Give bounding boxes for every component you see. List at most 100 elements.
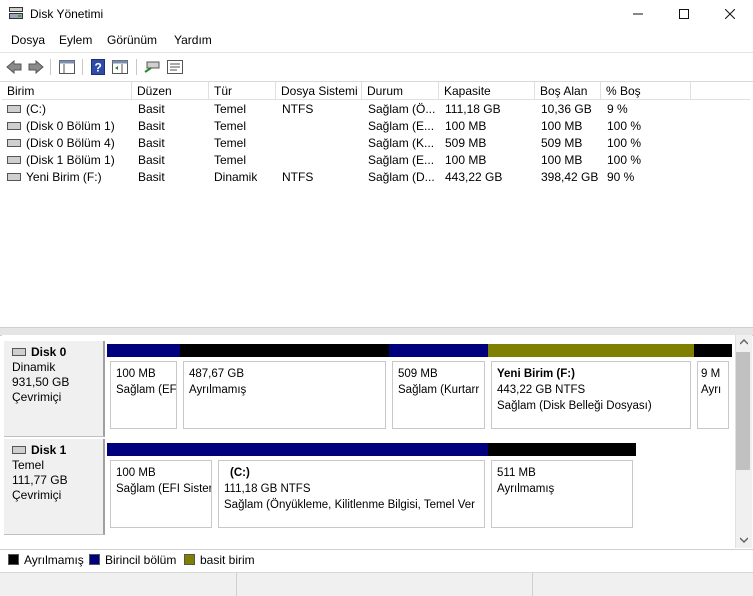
- legend-label-simple: basit birim: [200, 553, 255, 567]
- primary-partition-bar: [389, 344, 488, 357]
- menu-gorunum[interactable]: Görünüm: [107, 33, 157, 47]
- cell-layout: Basit: [138, 153, 165, 167]
- column-header-dosya-sistemi[interactable]: Dosya Sistemi: [276, 82, 362, 100]
- partition-details: 511 MB Ayrılmamış: [491, 460, 633, 528]
- svg-text:?: ?: [95, 61, 102, 75]
- partition-disk0-recovery[interactable]: 509 MB Sağlam (Kurtarr: [389, 344, 488, 432]
- disk-connect-icon: [144, 61, 160, 73]
- action-pane-button[interactable]: [111, 58, 129, 76]
- cell-volume: (Disk 1 Bölüm 1): [7, 152, 131, 169]
- toolbar: ?: [0, 52, 753, 82]
- toolbar-separator: [136, 59, 137, 75]
- window-title: Disk Yönetimi: [30, 7, 104, 21]
- column-header-duzen[interactable]: Düzen: [132, 82, 209, 100]
- help-button[interactable]: ?: [89, 58, 107, 76]
- partition-disk0-efi[interactable]: 100 MB Sağlam (EF: [107, 344, 180, 432]
- column-header-birim[interactable]: Birim: [2, 82, 132, 100]
- legend-bar: Ayrılmamış Birincil bölüm basit birim: [0, 549, 753, 570]
- primary-partition-bar: [107, 443, 215, 456]
- cell-pct: 100 %: [607, 153, 642, 167]
- column-header-yuzde-bos[interactable]: % Boş: [601, 82, 691, 100]
- disk-0-name: Disk 0: [31, 345, 67, 359]
- table-row[interactable]: (Disk 0 Bölüm 4) Basit Temel Sağlam (K..…: [2, 135, 750, 152]
- cell-status: Sağlam (Ö...: [368, 102, 436, 116]
- column-header-durum[interactable]: Durum: [362, 82, 439, 100]
- maximize-button[interactable]: [661, 0, 707, 28]
- partition-details: 100 MB Sağlam (EFI Sister: [110, 460, 212, 528]
- volume-icon: [7, 138, 21, 147]
- partition-disk1-c[interactable]: (C:) 111,18 GB NTFS Sağlam (Önyükleme, K…: [215, 443, 488, 531]
- table-row[interactable]: (Disk 0 Bölüm 1) Basit Temel Sağlam (E..…: [2, 118, 750, 135]
- column-header-empty: [691, 82, 750, 100]
- volume-icon: [7, 155, 21, 164]
- properties-button[interactable]: [166, 58, 184, 76]
- disk-1-info[interactable]: Disk 1 Temel 111,77 GB Çevrimiçi: [4, 439, 105, 535]
- volume-name: (C:): [26, 102, 46, 116]
- partition-disk0-yeni-birim[interactable]: Yeni Birim (F:) 443,22 GB NTFS Sağlam (D…: [488, 344, 694, 432]
- menu-dosya[interactable]: Dosya: [11, 33, 45, 47]
- legend-swatch-unallocated: [8, 554, 19, 565]
- cell-fs: NTFS: [282, 102, 314, 116]
- forward-button[interactable]: [27, 58, 45, 76]
- close-button[interactable]: [707, 0, 753, 28]
- show-console-tree-button[interactable]: [58, 58, 76, 76]
- volume-icon: [7, 121, 21, 130]
- table-row[interactable]: Yeni Birim (F:) Basit Dinamik NTFS Sağla…: [2, 169, 750, 186]
- partition-size: 100 MB: [116, 368, 156, 380]
- back-button[interactable]: [5, 58, 23, 76]
- close-icon: [725, 9, 735, 19]
- cell-layout: Basit: [138, 170, 165, 184]
- toolbar-separator: [50, 59, 51, 75]
- partition-disk1-unallocated[interactable]: 511 MB Ayrılmamış: [488, 443, 636, 531]
- menu-eylem[interactable]: Eylem: [59, 33, 92, 47]
- volume-name: (Disk 1 Bölüm 1): [26, 153, 115, 167]
- cell-type: Dinamik: [214, 170, 258, 184]
- cell-volume: (C:): [7, 101, 131, 118]
- partition-disk1-efi[interactable]: 100 MB Sağlam (EFI Sister: [107, 443, 215, 531]
- partition-status: Ayrılmamış: [189, 384, 247, 396]
- partition-status: Sağlam (Kurtarr: [398, 384, 480, 396]
- disk-icon: [12, 347, 26, 356]
- disk-1-header: Disk 1: [12, 443, 103, 458]
- column-header-bos-alan[interactable]: Boş Alan: [535, 82, 601, 100]
- column-header-kapasite[interactable]: Kapasite: [439, 82, 535, 100]
- simple-volume-bar: [488, 344, 694, 357]
- partition-disk0-unallocated-end[interactable]: 9 M Ayrı: [694, 344, 732, 432]
- cell-free: 100 MB: [541, 119, 583, 133]
- scrollbar-thumb[interactable]: [736, 352, 750, 470]
- partition-size: 487,67 GB: [189, 368, 244, 380]
- disk-management-icon: [9, 7, 23, 19]
- minimize-button[interactable]: [615, 0, 661, 28]
- console-tree-icon: [59, 60, 75, 74]
- partition-size: 111,18 GB NTFS: [224, 483, 311, 495]
- partition-disk0-unallocated[interactable]: 487,67 GB Ayrılmamış: [180, 344, 389, 432]
- volume-list: Birim Düzen Tür Dosya Sistemi Durum Kapa…: [2, 82, 750, 327]
- partition-status: Sağlam (EFI Sister: [116, 483, 212, 495]
- cell-capacity: 100 MB: [445, 153, 487, 167]
- disk-1-name: Disk 1: [31, 443, 67, 457]
- legend-label-unallocated: Ayrılmamış: [24, 553, 84, 567]
- column-header-tur[interactable]: Tür: [209, 82, 276, 100]
- partition-status: Ayrılmamış: [497, 483, 555, 495]
- connect-disk-button[interactable]: [143, 58, 161, 76]
- forward-arrow-icon: [28, 60, 44, 74]
- volume-name: (Disk 0 Bölüm 1): [26, 119, 115, 133]
- status-segment: [0, 573, 237, 596]
- cell-status: Sağlam (E...: [368, 119, 435, 133]
- partition-status: Sağlam (EF: [116, 384, 177, 396]
- table-row[interactable]: (Disk 1 Bölüm 1) Basit Temel Sağlam (E..…: [2, 152, 750, 169]
- scroll-down-icon[interactable]: [740, 537, 748, 543]
- table-row[interactable]: (C:) Basit Temel NTFS Sağlam (Ö... 111,1…: [2, 101, 750, 118]
- cell-capacity: 111,18 GB: [445, 102, 501, 116]
- maximize-icon: [679, 9, 689, 19]
- disk-graphical-view: Disk 0 Dinamik 931,50 GB Çevrimiçi 100 M…: [2, 335, 735, 548]
- disk-0-kind: Dinamik: [12, 360, 56, 374]
- disk-0-info[interactable]: Disk 0 Dinamik 931,50 GB Çevrimiçi: [4, 341, 105, 437]
- menu-yardim[interactable]: Yardım: [174, 33, 212, 47]
- cell-capacity: 443,22 GB: [445, 170, 503, 184]
- cell-type: Temel: [214, 102, 247, 116]
- scroll-up-icon[interactable]: [740, 339, 748, 345]
- status-bar: [0, 572, 753, 596]
- cell-volume: (Disk 0 Bölüm 1): [7, 118, 131, 135]
- volume-icon: [7, 172, 21, 181]
